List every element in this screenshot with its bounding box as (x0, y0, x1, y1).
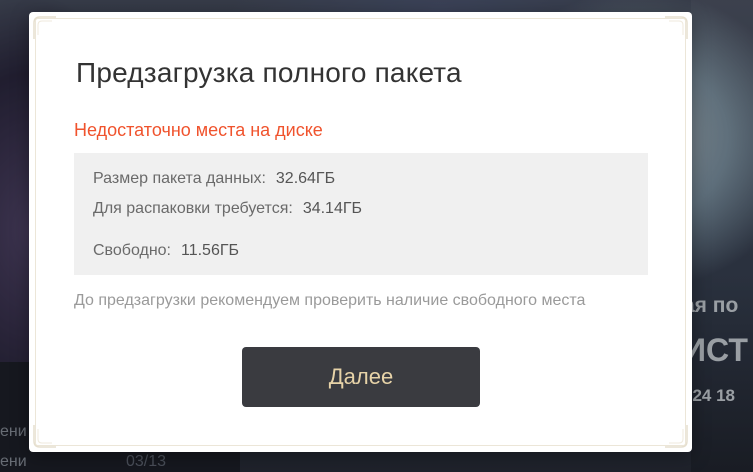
dialog-title: Предзагрузка полного пакета (76, 57, 462, 88)
next-button[interactable]: Далее (242, 347, 480, 407)
disk-space-warning: Недостаточно места на диске (74, 120, 323, 140)
free-space-row: Свободно: 11.56ГБ (93, 242, 239, 260)
corner-ornament-icon (33, 425, 56, 448)
free-space-value: 11.56ГБ (181, 242, 240, 259)
unpack-required-value: 34.14ГБ (302, 200, 363, 217)
free-space-label: Свободно: (93, 242, 171, 259)
package-size-row: Размер пакета данных: 32.64ГБ (93, 170, 335, 188)
unpack-required-label: Для распаковки требуется: (93, 200, 293, 217)
package-size-value: 32.64ГБ (275, 170, 336, 187)
corner-ornament-icon (665, 16, 688, 39)
corner-ornament-icon (665, 425, 688, 448)
package-size-label: Размер пакета данных: (93, 170, 266, 187)
corner-ornament-icon (33, 16, 56, 39)
unpack-required-row: Для распаковки требуется: 34.14ГБ (93, 200, 362, 218)
disk-info-box: Размер пакета данных: 32.64ГБ Для распако… (74, 153, 648, 275)
recommendation-note: До предзагрузки рекомендуем проверить на… (74, 292, 586, 309)
preload-dialog: Предзагрузка полного пакета Недостаточно… (29, 12, 692, 452)
